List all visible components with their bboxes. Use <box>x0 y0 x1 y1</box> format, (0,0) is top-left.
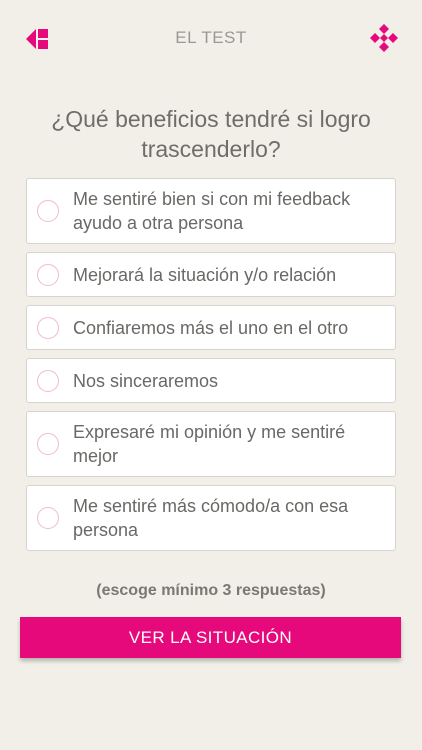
answer-option-label: Me sentiré más cómodo/a con esa persona <box>73 496 349 540</box>
radio-circle-icon[interactable] <box>37 316 59 339</box>
radio-circle-icon[interactable] <box>37 200 59 222</box>
answer-option-label: Mejorará la situación y/o relación <box>73 264 337 285</box>
answer-options-list: Me sentiré bien si con mi feedback ayudo… <box>26 178 396 559</box>
answer-option-label: Me sentiré bien si con mi feedback ayudo… <box>73 189 351 233</box>
answer-option-label: Nos sinceraremos <box>73 370 219 391</box>
see-situation-button[interactable]: VER LA SITUACIÓN <box>20 617 401 658</box>
answer-option[interactable]: Confiaremos más el uno en el otro <box>26 305 396 350</box>
answer-option-label: Expresaré mi opinión y me sentiré mejor <box>73 422 346 466</box>
radio-circle-icon[interactable] <box>37 507 59 529</box>
answer-option[interactable]: Nos sinceraremos <box>26 358 396 403</box>
answer-option[interactable]: Expresaré mi opinión y me sentiré mejor <box>26 411 396 477</box>
answer-option[interactable]: Me sentiré más cómodo/a con esa persona <box>26 485 396 551</box>
selection-hint: (escoge mínimo 3 respuestas) <box>96 582 326 599</box>
radio-circle-icon[interactable] <box>37 369 59 392</box>
radio-circle-icon[interactable] <box>37 433 59 455</box>
header-bar: EL TEST <box>0 0 422 78</box>
page-title: EL TEST <box>175 28 247 47</box>
question-text: ¿Qué beneficios tendré si logro trascend… <box>51 106 371 162</box>
answer-option[interactable]: Me sentiré bien si con mi feedback ayudo… <box>26 178 396 244</box>
answer-option[interactable]: Mejorará la situación y/o relación <box>26 252 396 297</box>
radio-circle-icon[interactable] <box>37 263 59 286</box>
diamond-grid-icon[interactable] <box>370 24 398 52</box>
answer-option-label: Confiaremos más el uno en el otro <box>73 317 349 338</box>
